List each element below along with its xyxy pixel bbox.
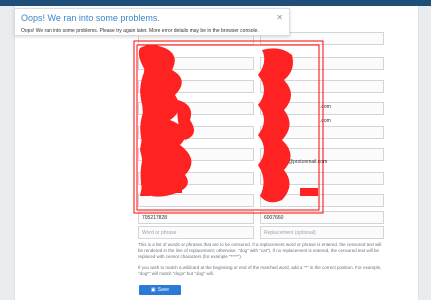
redaction-scribble-right (258, 48, 318, 203)
close-icon[interactable]: ✕ (276, 13, 283, 22)
alert-title: Oops! We ran into some problems. (21, 13, 160, 23)
error-alert: Oops! We ran into some problems. ✕ Oops!… (14, 8, 290, 36)
alert-message: Oops! We ran into some problems. Please … (21, 28, 259, 34)
redaction-scribble-left (138, 45, 194, 197)
redaction-overlay (133, 40, 324, 214)
